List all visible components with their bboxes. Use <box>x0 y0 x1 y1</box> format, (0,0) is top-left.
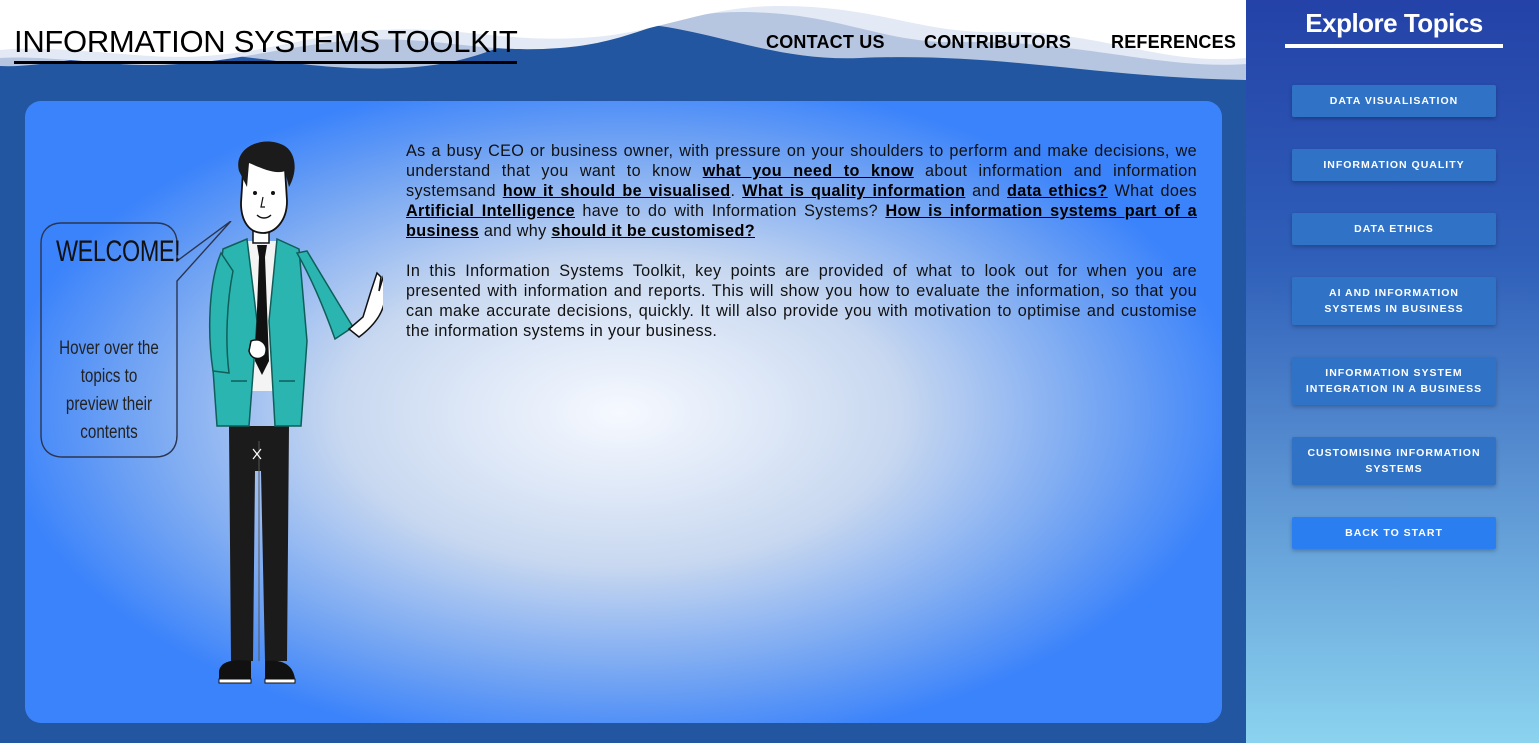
nav-contributors[interactable]: CONTRIBUTORS <box>924 32 1071 53</box>
paragraph-text: . <box>730 182 743 200</box>
paragraph-text: and why <box>478 222 552 240</box>
intro-paragraph-2: In this Information Systems Toolkit, key… <box>406 261 1197 341</box>
topic-ai-information-systems-button[interactable]: AI AND INFORMATION SYSTEMS IN BUSINESS <box>1292 277 1496 325</box>
topic-link[interactable]: Artificial Intelligence <box>406 202 575 220</box>
site-title[interactable]: INFORMATION SYSTEMS TOOLKIT <box>14 24 518 64</box>
topic-data-ethics-button[interactable]: DATA ETHICS <box>1292 213 1496 245</box>
paragraph-text: and <box>965 182 1008 200</box>
sidebar-divider <box>1285 44 1503 48</box>
topic-link[interactable]: should it be customised? <box>551 222 755 240</box>
nav-references[interactable]: REFERENCES <box>1111 32 1236 53</box>
bubble-hint-text: Hover over the topics to preview their c… <box>59 338 159 443</box>
nav-contact-us[interactable]: CONTACT US <box>766 32 885 53</box>
paragraph-text: What does <box>1107 182 1197 200</box>
back-to-start-button[interactable]: BACK TO START <box>1292 517 1496 549</box>
topic-link[interactable]: what you need to know <box>703 162 914 180</box>
paragraph-text: In this Information Systems Toolkit, key… <box>406 262 1197 340</box>
topic-customising-information-systems-button[interactable]: CUSTOMISING INFORMATION SYSTEMS <box>1292 437 1496 485</box>
topic-data-visualisation-button[interactable]: DATA VISUALISATION <box>1292 85 1496 117</box>
topic-link[interactable]: data ethics? <box>1007 182 1108 200</box>
explore-topics-sidebar: Explore Topics DATA VISUALISATION INFORM… <box>1246 0 1539 743</box>
welcome-panel: WELCOME! Hover over the topics to previe… <box>25 101 1222 723</box>
topic-information-system-integration-button[interactable]: INFORMATION SYSTEM INTEGRATION IN A BUSI… <box>1292 357 1496 405</box>
topic-link[interactable]: how it should be visualised <box>503 182 731 200</box>
sidebar-title: Explore Topics <box>1305 8 1483 38</box>
intro-text: As a busy CEO or business owner, with pr… <box>406 141 1197 341</box>
welcome-heading: WELCOME! <box>55 235 181 268</box>
site-header: INFORMATION SYSTEMS TOOLKIT CONTACT US C… <box>0 0 1246 80</box>
businessman-illustration <box>208 141 383 684</box>
topic-information-quality-button[interactable]: INFORMATION QUALITY <box>1292 149 1496 181</box>
paragraph-text: have to do with Information Systems? <box>574 202 886 220</box>
intro-paragraph-1: As a busy CEO or business owner, with pr… <box>406 141 1197 241</box>
topic-link[interactable]: What is quality information <box>742 182 965 200</box>
